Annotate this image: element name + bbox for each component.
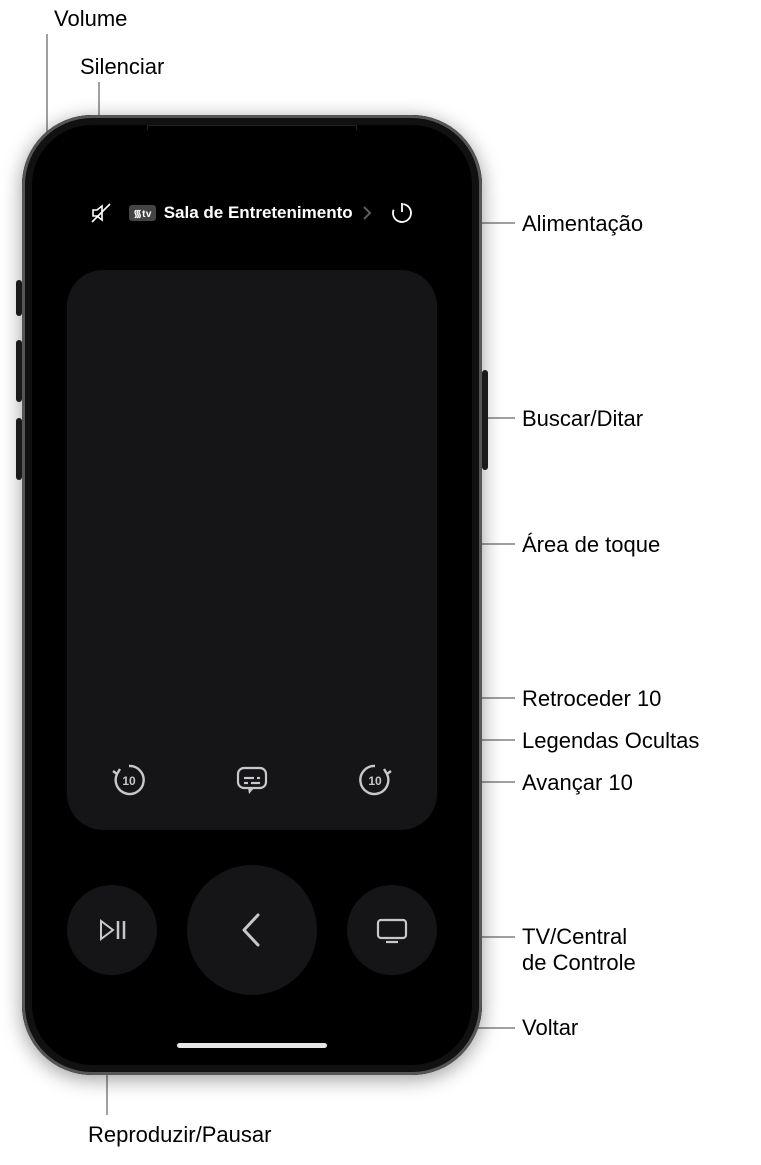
callout-back: Voltar [522,1015,578,1041]
bottom-button-row [67,860,437,1000]
svg-text:10: 10 [122,774,136,788]
mute-icon[interactable] [89,201,113,225]
home-indicator[interactable] [177,1043,327,1048]
remote-topbar: ᯾tv Sala de Entretenimento [37,195,467,231]
surface-button-row: 10 [67,756,437,804]
screen: ᯾tv Sala de Entretenimento [37,130,467,1060]
callout-volume: Volume [54,6,127,32]
captions-button[interactable] [228,756,276,804]
callout-play-pause: Reproduzir/Pausar [88,1122,271,1148]
callout-rewind10: Retroceder 10 [522,686,661,712]
forward-10-button[interactable]: 10 [351,756,399,804]
room-name[interactable]: Sala de Entretenimento [164,203,353,223]
callout-captions: Legendas Ocultas [522,728,699,754]
device-badge: ᯾tv [129,205,155,221]
callout-forward10: Avançar 10 [522,770,633,796]
hw-volume-up[interactable] [16,340,22,402]
callout-search-dictate: Buscar/Ditar [522,406,643,432]
power-icon[interactable] [389,200,415,226]
hw-volume-down[interactable] [16,418,22,480]
touch-surface[interactable]: 10 [67,270,437,830]
rewind-10-button[interactable]: 10 [105,756,153,804]
iphone-frame: ᯾tv Sala de Entretenimento [22,115,482,1075]
svg-text:10: 10 [369,774,383,788]
callout-power: Alimentação [522,211,643,237]
hw-mute-switch [16,280,22,316]
chevron-right-icon [361,205,373,221]
callout-mute: Silenciar [80,54,164,80]
callout-tv-control-center: TV/Central de Controle [522,924,702,977]
callout-touch-area: Área de toque [522,532,660,558]
back-button[interactable] [187,865,317,995]
hw-side-button[interactable] [482,370,488,470]
tv-control-center-button[interactable] [347,885,437,975]
play-pause-button[interactable] [67,885,157,975]
